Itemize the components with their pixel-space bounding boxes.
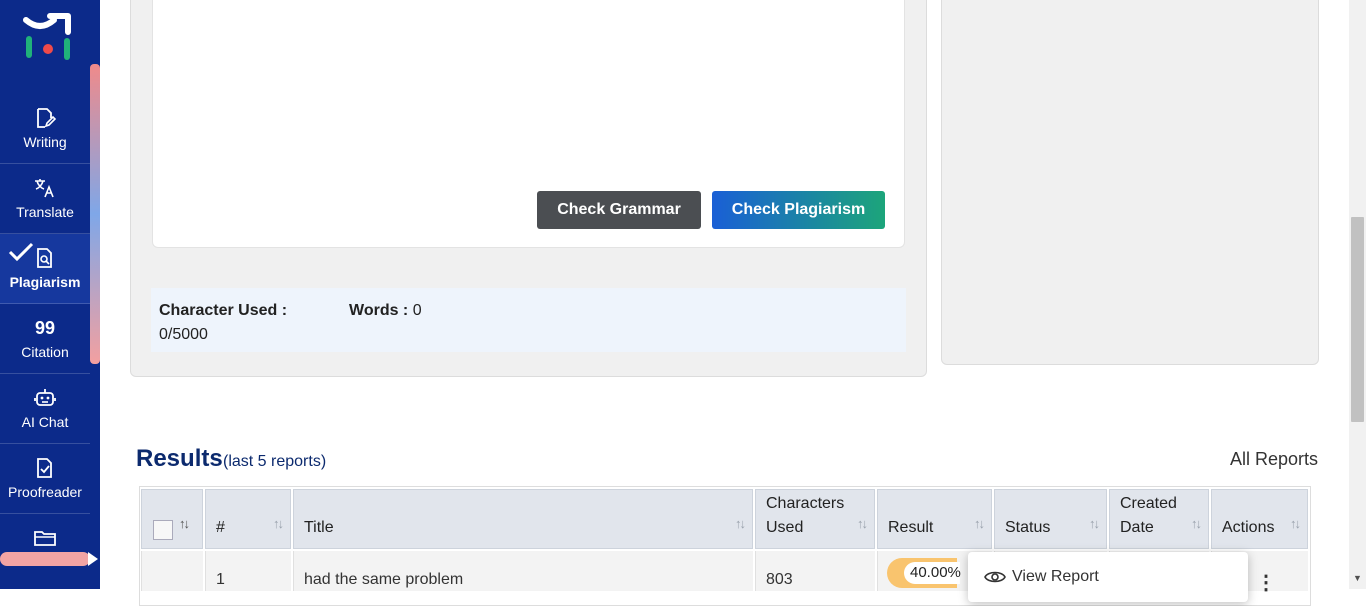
select-all-checkbox[interactable] <box>153 520 173 540</box>
column-header-label: Created Date <box>1120 495 1177 536</box>
all-reports-link[interactable]: All Reports <box>1230 449 1318 470</box>
sidebar-horizontal-scrollbar[interactable] <box>0 552 98 566</box>
column-header-select[interactable]: ↑↓ <box>141 489 203 549</box>
quote-icon: 99 <box>34 318 56 338</box>
translate-icon <box>35 179 54 198</box>
eye-icon <box>984 571 1006 583</box>
sidebar-item-ai-chat[interactable]: AI Chat <box>0 374 90 444</box>
sidebar-item-label: Translate <box>16 204 74 220</box>
row-actions-menu: View Report <box>968 552 1248 602</box>
table-cell-title[interactable]: had the same problem <box>293 551 753 591</box>
word-count-value: 0 <box>412 302 422 319</box>
sidebar-item-proofreader[interactable]: Proofreader <box>0 444 90 514</box>
sidebar-item-label: Citation <box>21 344 69 360</box>
sort-icon: ↑↓ <box>974 516 985 531</box>
results-subtitle: (last 5 reports) <box>223 453 327 470</box>
result-value: 40.00% <box>904 562 961 584</box>
column-header-label: Characters Used <box>766 495 845 536</box>
usage-stats: Character Used : 0/5000 Words : 0 <box>151 288 906 352</box>
sort-icon: ↑↓ <box>1191 516 1202 531</box>
document-search-icon <box>37 248 52 268</box>
column-header-created-date[interactable]: Created Date ↑↓ <box>1109 489 1209 549</box>
column-header-status[interactable]: Status ↑↓ <box>994 489 1107 549</box>
column-header-label: Actions <box>1222 519 1275 536</box>
more-actions-icon[interactable]: ⋮ <box>1256 570 1276 595</box>
column-header-index[interactable]: # ↑↓ <box>205 489 291 549</box>
sort-asc-icon: ↑↓ <box>179 516 190 531</box>
sidebar-item-citation[interactable]: 99 Citation <box>0 304 90 374</box>
characters-used-value: 0/5000 <box>159 326 208 343</box>
sidebar-item-label: AI Chat <box>21 414 69 430</box>
sidebar-item-label: Plagiarism <box>9 274 81 290</box>
sidebar: Writing Translate Plagiarism 99 Citation… <box>0 0 100 589</box>
column-header-label: Status <box>1005 519 1051 536</box>
robot-icon <box>34 389 56 406</box>
characters-used-label: Character Used : <box>159 302 288 319</box>
column-header-label: Title <box>304 519 334 536</box>
table-cell-characters: 803 <box>755 551 875 591</box>
column-header-result[interactable]: Result ↑↓ <box>877 489 992 549</box>
scroll-down-icon[interactable]: ▼ <box>1353 573 1362 583</box>
sidebar-item-writing[interactable]: Writing <box>0 94 90 164</box>
edit-document-icon <box>37 108 57 128</box>
word-count: Words : 0 <box>349 299 422 323</box>
app-logo[interactable] <box>22 12 74 64</box>
column-header-characters-used[interactable]: Characters Used ↑↓ <box>755 489 875 549</box>
view-report-menu-item[interactable]: View Report <box>984 568 1099 586</box>
sort-icon: ↑↓ <box>857 516 868 531</box>
characters-used: Character Used : 0/5000 <box>159 299 309 347</box>
document-check-icon <box>37 458 52 478</box>
column-header-label: Result <box>888 519 934 536</box>
sort-icon: ↑↓ <box>735 516 746 531</box>
sidebar-item-label: Proofreader <box>8 484 82 500</box>
sort-icon: ↑↓ <box>1290 516 1301 531</box>
sidebar-scrollbar[interactable] <box>90 64 100 364</box>
column-header-label: # <box>216 519 225 536</box>
sidebar-item-plagiarism[interactable]: Plagiarism <box>0 234 90 304</box>
sidebar-item-label: Writing <box>23 134 67 150</box>
sidebar-item-translate[interactable]: Translate <box>0 164 90 234</box>
sidebar-item-folder[interactable] <box>0 514 90 584</box>
check-icon <box>8 242 34 262</box>
check-grammar-button[interactable]: Check Grammar <box>537 191 701 229</box>
table-cell-select[interactable] <box>141 551 203 591</box>
column-header-title[interactable]: Title ↑↓ <box>293 489 753 549</box>
word-count-label: Words : <box>349 302 409 319</box>
check-plagiarism-button[interactable]: Check Plagiarism <box>712 191 885 229</box>
sort-icon: ↑↓ <box>1089 516 1100 531</box>
side-panel <box>941 0 1319 365</box>
page-scrollbar-thumb[interactable] <box>1351 217 1364 422</box>
sort-icon: ↑↓ <box>273 516 284 531</box>
column-header-actions: Actions ↑↓ <box>1211 489 1308 549</box>
results-title: Results <box>136 445 223 472</box>
folder-icon <box>34 531 56 546</box>
table-cell-index: 1 <box>205 551 291 591</box>
